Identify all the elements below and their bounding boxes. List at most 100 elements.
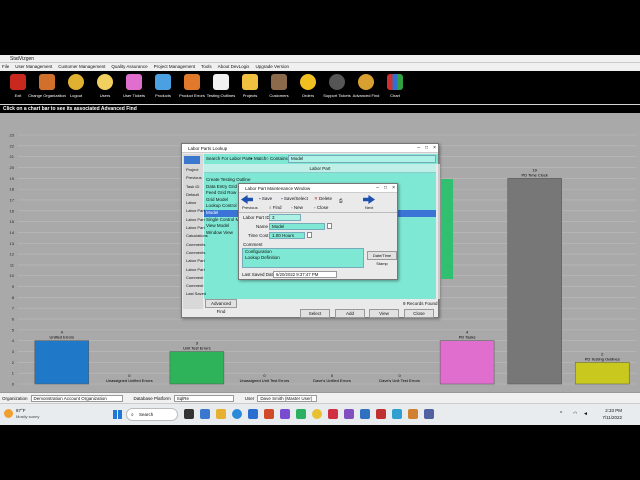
match-radio[interactable]: ● Match: [250, 156, 266, 161]
save-select-button[interactable]: ▪ Save/Select: [281, 196, 308, 201]
app-icon[interactable]: [392, 409, 402, 419]
minimize-icon[interactable]: –: [417, 144, 420, 153]
time-cost-label: Time Cost: [248, 233, 269, 238]
lookup-view-button[interactable]: View: [369, 309, 399, 318]
time-cost-field[interactable]: 1.00 Hours: [269, 232, 305, 239]
devlogix-icon[interactable]: [408, 409, 418, 419]
lookup-select-button[interactable]: Select: [300, 309, 330, 318]
windows-start-icon[interactable]: [113, 410, 122, 419]
next-button[interactable]: Next: [365, 205, 373, 210]
close-button[interactable]: ▫ Close: [314, 205, 328, 210]
new-icon: ▫: [291, 205, 293, 210]
app-icon[interactable]: [424, 409, 434, 419]
close-icon[interactable]: ×: [433, 144, 436, 153]
find-button[interactable]: ⌕ Find: [269, 205, 282, 210]
minimize-icon[interactable]: –: [376, 184, 379, 193]
toolbar-support-tickets-button[interactable]: Support Tickets: [323, 71, 351, 104]
clock-date[interactable]: 7/11/2022: [594, 415, 622, 420]
labor-part-column-header[interactable]: Labor Part: [204, 164, 436, 173]
chart-bar[interactable]: [34, 340, 90, 385]
name-lookup-icon[interactable]: [327, 223, 332, 229]
task-view-icon[interactable]: [184, 409, 194, 419]
db-value: SqlRe: [173, 394, 234, 402]
tray-chevron-icon[interactable]: ^: [560, 411, 562, 417]
chart-bar[interactable]: [439, 340, 495, 385]
time-cost-spin-icon[interactable]: [307, 232, 312, 238]
widgets-icon[interactable]: [200, 409, 210, 419]
toolbar-chart-button[interactable]: Chart: [381, 71, 409, 104]
toolbar-projects-button[interactable]: Projects: [236, 71, 264, 104]
excel-icon[interactable]: [296, 409, 306, 419]
toolbar-orders-button[interactable]: Orders: [294, 71, 322, 104]
name-field[interactable]: Model: [269, 223, 325, 230]
outlook-icon[interactable]: [360, 409, 370, 419]
chrome-icon[interactable]: [312, 409, 322, 419]
chart-icon: [387, 74, 403, 90]
date-time-stamp-button[interactable]: Date/Time Stamp: [367, 251, 397, 266]
maintenance-title-bar: Labor Part Maintenance Window – □ ×: [239, 184, 397, 193]
toolbar-exit-button[interactable]: Exit: [4, 71, 32, 104]
file-explorer-icon[interactable]: [216, 409, 226, 419]
powerpoint-icon[interactable]: [328, 409, 338, 419]
store-icon[interactable]: [248, 409, 258, 419]
lookup-search-input[interactable]: Model: [288, 155, 436, 163]
toolbar-testing-outlines-button[interactable]: Testing Outlines: [207, 71, 235, 104]
menu-about[interactable]: About DevLogix: [218, 63, 250, 71]
chart-bar[interactable]: [169, 351, 225, 385]
previous-button[interactable]: Previous: [242, 205, 258, 210]
y-tick-label: 23: [10, 133, 15, 138]
back-icon[interactable]: [184, 156, 200, 164]
lookup-add-button[interactable]: Add: [335, 309, 365, 318]
print-button[interactable]: ⎙: [339, 198, 343, 203]
advanced-find-button[interactable]: Advanced Find: [205, 299, 237, 314]
name-label: Name: [256, 224, 269, 229]
app-icon[interactable]: [376, 409, 386, 419]
vs-icon[interactable]: [344, 409, 354, 419]
y-tick-label: 8: [12, 295, 15, 300]
menu-quality-assurance[interactable]: Quality Assurance: [111, 63, 147, 71]
db-label: Database Platform: [133, 395, 171, 401]
next-arrow-icon[interactable]: [363, 195, 375, 204]
logout-icon: [68, 74, 84, 90]
teams-icon[interactable]: [280, 409, 290, 419]
new-button[interactable]: ▫ New: [291, 205, 303, 210]
lookup-scrollbar[interactable]: [438, 164, 440, 299]
menu-upgrade[interactable]: Upgrade Version: [255, 63, 289, 71]
toolbar-user-tickets-button[interactable]: User Tickets: [120, 71, 148, 104]
y-tick-label: 15: [10, 219, 15, 224]
wifi-icon[interactable]: ◠: [573, 411, 577, 417]
edge-icon[interactable]: [232, 409, 242, 419]
contains-radio[interactable]: ○ Contains: [266, 156, 288, 161]
menu-user-management[interactable]: User Management: [15, 63, 52, 71]
menu-file[interactable]: File: [2, 63, 9, 71]
y-tick-label: 5: [12, 327, 15, 332]
menu-project-management[interactable]: Project Management: [154, 63, 196, 71]
taskbar-search-box[interactable]: ⌕ Search: [126, 408, 178, 421]
previous-arrow-icon[interactable]: [241, 195, 253, 204]
user-label: User: [244, 395, 255, 401]
search-icon: ⌕: [131, 412, 134, 418]
toolbar-product-errors-button[interactable]: Product Errors: [178, 71, 206, 104]
maximize-icon[interactable]: □: [384, 184, 387, 193]
office-icon[interactable]: [264, 409, 274, 419]
background-form-label: Labor: [186, 200, 197, 206]
toolbar-advanced-find-button[interactable]: Advanced Find: [352, 71, 380, 104]
save-button[interactable]: ▪ Save: [259, 196, 272, 201]
toolbar-change-org-button[interactable]: Change Organization: [28, 71, 66, 104]
volume-icon[interactable]: ◄: [583, 411, 588, 417]
toolbar-logout-button[interactable]: Logout: [62, 71, 90, 104]
comment-textarea[interactable]: Configuration Lookup Definition: [242, 248, 364, 268]
clock-time[interactable]: 2:33 PM: [596, 408, 622, 413]
chart-bar[interactable]: [574, 362, 630, 385]
chart-bar[interactable]: [507, 178, 562, 385]
toolbar-products-button[interactable]: Products: [149, 71, 177, 104]
maximize-icon[interactable]: □: [425, 144, 428, 153]
close-icon[interactable]: ×: [392, 184, 395, 193]
toolbar-users-button[interactable]: Users: [91, 71, 119, 104]
delete-button[interactable]: ✕ Delete: [314, 196, 332, 202]
lookup-close-button[interactable]: Close: [404, 309, 434, 318]
menu-tools[interactable]: Tools: [201, 63, 212, 71]
menu-customer-management[interactable]: Customer Management: [58, 63, 105, 71]
background-form-label: Calculations: [186, 233, 208, 239]
toolbar-customers-button[interactable]: Customers: [265, 71, 293, 104]
